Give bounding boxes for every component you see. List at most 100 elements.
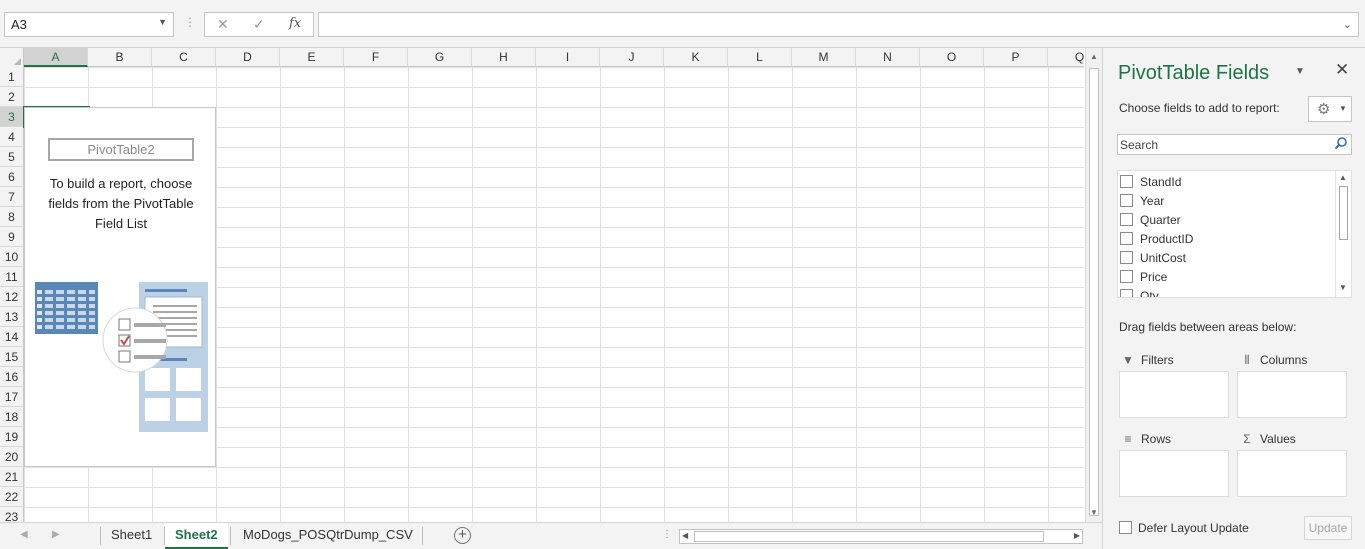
scroll-up-icon[interactable]: ▲	[1090, 52, 1098, 61]
row-header[interactable]: 2	[0, 87, 23, 107]
column-header[interactable]: O	[920, 48, 984, 67]
column-header[interactable]: K	[664, 48, 728, 67]
row-header[interactable]: 17	[0, 387, 23, 407]
column-header[interactable]: M	[792, 48, 856, 67]
row-header[interactable]: 22	[0, 487, 23, 507]
field-checkbox[interactable]	[1120, 213, 1133, 226]
cancel-icon[interactable]: ✕	[217, 16, 229, 33]
scroll-right-icon[interactable]: ▶	[1074, 531, 1080, 540]
row-header[interactable]: 19	[0, 427, 23, 447]
defer-checkbox[interactable]	[1119, 521, 1132, 534]
column-header[interactable]: I	[536, 48, 600, 67]
column-header[interactable]: H	[472, 48, 536, 67]
pivot-table-placeholder[interactable]: PivotTable2 To build a report, choose fi…	[24, 107, 216, 467]
row-header[interactable]: 20	[0, 447, 23, 467]
column-header[interactable]: D	[216, 48, 280, 67]
column-header[interactable]: L	[728, 48, 792, 67]
expand-formula-bar-icon[interactable]: ⌄	[1343, 18, 1352, 31]
name-box[interactable]: A3 ▼	[4, 12, 174, 37]
drag-handle-icon[interactable]: ⋮	[184, 15, 196, 29]
column-header[interactable]: B	[88, 48, 152, 67]
scroll-up-icon[interactable]: ▲	[1339, 173, 1347, 182]
field-standid[interactable]: StandId	[1120, 174, 1181, 192]
field-productid[interactable]: ProductID	[1120, 231, 1193, 249]
column-header[interactable]: A	[24, 48, 88, 67]
tools-button[interactable]: ⚙ ▼	[1308, 96, 1352, 122]
horizontal-scroll-thumb[interactable]	[694, 531, 1044, 542]
defer-layout-update[interactable]: Defer Layout Update	[1119, 521, 1249, 535]
field-checkbox[interactable]	[1120, 270, 1133, 283]
pivot-table-name: PivotTable2	[48, 138, 194, 161]
tab-sheet1[interactable]: Sheet1	[101, 523, 162, 549]
row-header[interactable]: 3	[0, 107, 23, 127]
tab-sheet2[interactable]: Sheet2	[165, 523, 228, 549]
vertical-scroll-thumb[interactable]	[1089, 68, 1099, 516]
vertical-scrollbar[interactable]: ▲ ▼	[1085, 48, 1102, 522]
column-header[interactable]: Q	[1048, 48, 1084, 67]
row-header[interactable]: 1	[0, 67, 23, 87]
field-qty[interactable]: Qty	[1120, 288, 1159, 297]
row-header[interactable]: 10	[0, 247, 23, 267]
field-list-scroll-thumb[interactable]	[1339, 186, 1348, 240]
row-header[interactable]: 4	[0, 127, 23, 147]
row-header[interactable]: 9	[0, 227, 23, 247]
select-all-corner[interactable]	[0, 48, 24, 67]
horizontal-scrollbar[interactable]: ◀ ▶	[679, 529, 1083, 544]
search-field[interactable]	[1117, 134, 1352, 155]
insert-function-icon[interactable]: fx	[289, 16, 301, 31]
enter-icon[interactable]: ✓	[253, 16, 265, 33]
scroll-down-icon[interactable]: ▼	[1090, 508, 1098, 517]
row-header[interactable]: 8	[0, 207, 23, 227]
close-icon[interactable]: ✕	[1335, 60, 1349, 80]
field-quarter[interactable]: Quarter	[1120, 212, 1181, 230]
row-header[interactable]: 15	[0, 347, 23, 367]
next-sheet-icon[interactable]: ▶	[52, 529, 60, 540]
field-checkbox[interactable]	[1120, 194, 1133, 207]
column-header[interactable]: G	[408, 48, 472, 67]
search-input[interactable]	[1118, 135, 1328, 154]
pane-options-chevron-icon[interactable]: ▼	[1295, 66, 1305, 77]
add-sheet-button[interactable]: +	[454, 527, 471, 544]
column-header[interactable]: F	[344, 48, 408, 67]
field-price[interactable]: Price	[1120, 269, 1167, 287]
row-header[interactable]: 7	[0, 187, 23, 207]
tab-modogs-posqtrdump-csv[interactable]: MoDogs_POSQtrDump_CSV	[233, 523, 423, 549]
column-header[interactable]: C	[152, 48, 216, 67]
row-header[interactable]: 5	[0, 147, 23, 167]
update-button[interactable]: Update	[1304, 516, 1352, 540]
column-header[interactable]: E	[280, 48, 344, 67]
row-header[interactable]: 23	[0, 507, 23, 522]
field-checkbox[interactable]	[1120, 251, 1133, 264]
row-header[interactable]: 21	[0, 467, 23, 487]
columns-drop-area[interactable]	[1237, 371, 1347, 418]
values-drop-area[interactable]	[1237, 450, 1347, 497]
sheet-tabs-bar: ◀ ▶ Sheet1 Sheet2 MoDogs_POSQtrDump_CSV …	[0, 522, 1102, 549]
field-checkbox[interactable]	[1120, 175, 1133, 188]
pane-subtitle: Choose fields to add to report:	[1119, 101, 1280, 115]
field-list-scrollbar[interactable]: ▲ ▼	[1335, 171, 1351, 297]
search-icon[interactable]	[1334, 136, 1348, 150]
rows-drop-area[interactable]	[1119, 450, 1229, 497]
field-checkbox[interactable]	[1120, 232, 1133, 245]
field-year[interactable]: Year	[1120, 193, 1164, 211]
row-header[interactable]: 11	[0, 267, 23, 287]
drag-handle-icon[interactable]: ⋮	[662, 529, 672, 540]
prev-sheet-icon[interactable]: ◀	[20, 529, 28, 540]
filters-drop-area[interactable]	[1119, 371, 1229, 418]
column-header[interactable]: J	[600, 48, 664, 67]
row-header[interactable]: 6	[0, 167, 23, 187]
row-header[interactable]: 18	[0, 407, 23, 427]
field-unitcost[interactable]: UnitCost	[1120, 250, 1186, 268]
chevron-down-icon[interactable]: ▼	[158, 17, 167, 27]
column-header[interactable]: P	[984, 48, 1048, 67]
scroll-down-icon[interactable]: ▼	[1339, 283, 1347, 292]
field-checkbox[interactable]	[1120, 289, 1133, 297]
scroll-left-icon[interactable]: ◀	[682, 531, 688, 540]
column-header[interactable]: N	[856, 48, 920, 67]
worksheet-grid[interactable]: ABCDEFGHIJKLMNOPQ 1 2 3 4 5 6 7 8 9 10 11 12 13 14 15 1…	[0, 48, 1084, 522]
row-header[interactable]: 13	[0, 307, 23, 327]
formula-input[interactable]: ⌄	[318, 12, 1359, 37]
row-header[interactable]: 14	[0, 327, 23, 347]
row-header[interactable]: 16	[0, 367, 23, 387]
row-header[interactable]: 12	[0, 287, 23, 307]
